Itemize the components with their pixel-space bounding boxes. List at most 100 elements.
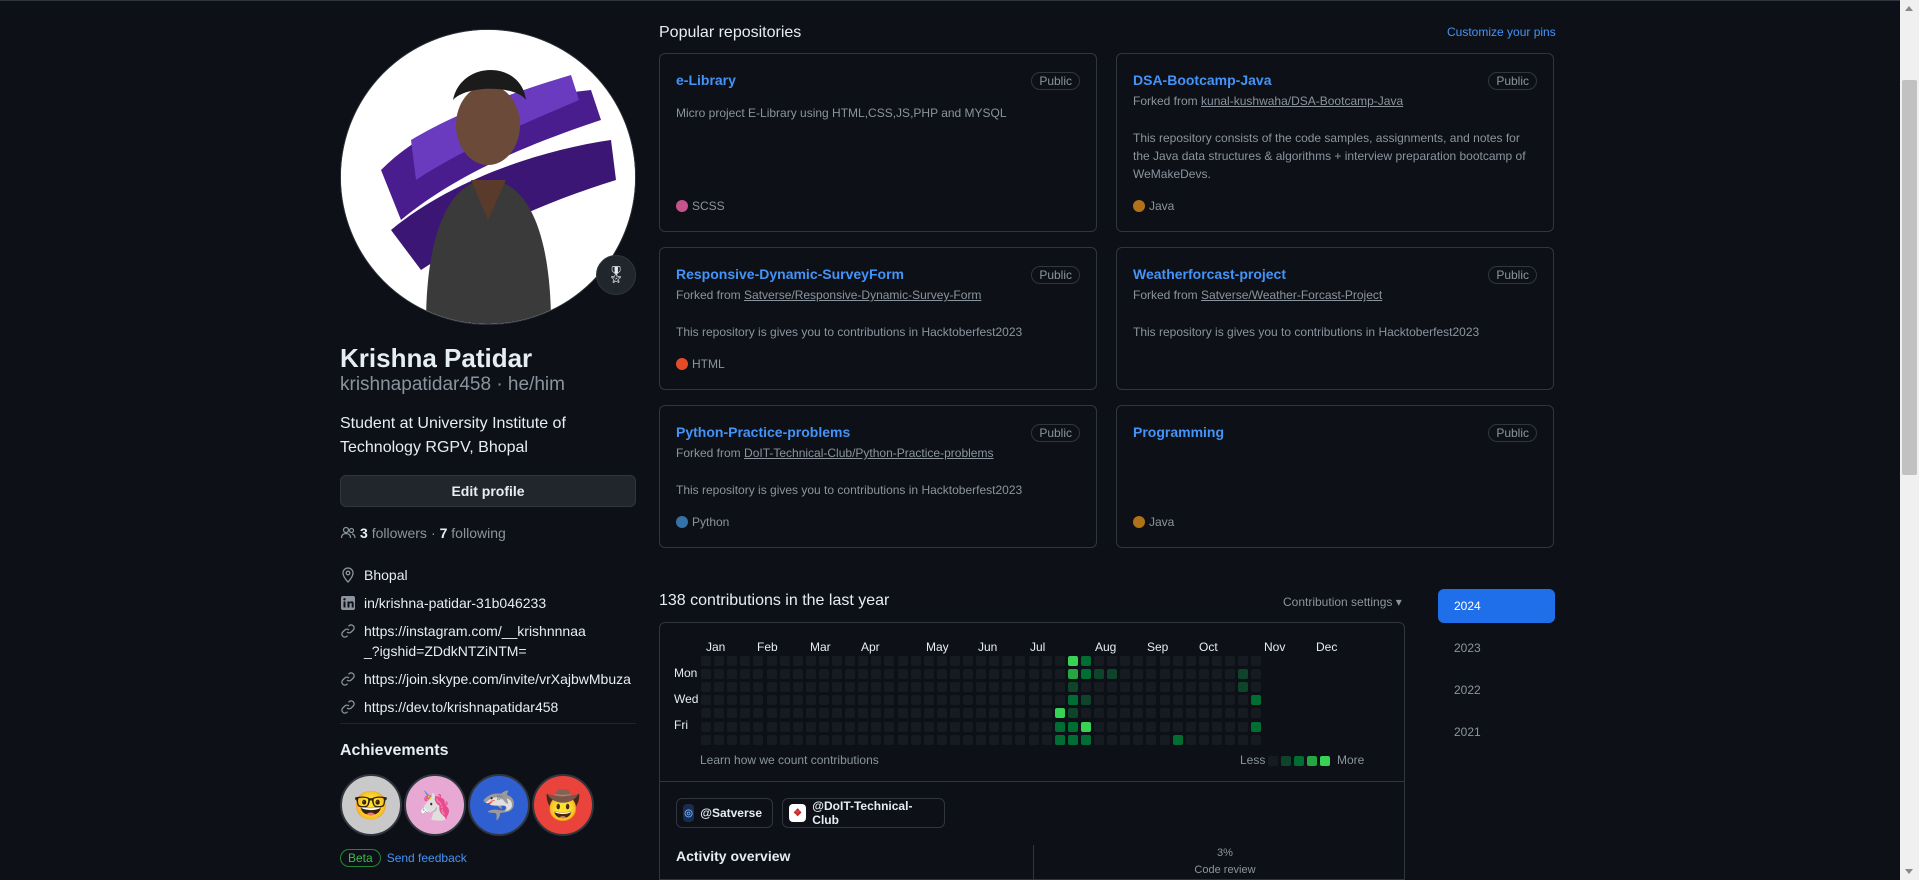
contribution-cell[interactable] [937, 722, 947, 732]
contribution-cell[interactable] [1146, 682, 1156, 692]
contribution-cell[interactable] [1173, 722, 1183, 732]
contribution-cell[interactable] [1055, 656, 1065, 666]
contribution-cell[interactable] [963, 722, 973, 732]
contribution-cell[interactable] [1225, 682, 1235, 692]
contribution-cell[interactable] [1212, 695, 1222, 705]
contribution-cell[interactable] [1029, 656, 1039, 666]
contribution-cell[interactable] [950, 669, 960, 679]
contribution-cell[interactable] [1081, 735, 1091, 745]
contribution-cell[interactable] [1002, 669, 1012, 679]
contribution-cell[interactable] [871, 669, 881, 679]
contribution-cell[interactable] [1015, 735, 1025, 745]
contribution-cell[interactable] [806, 682, 816, 692]
contribution-cell[interactable] [845, 708, 855, 718]
contribution-cell[interactable] [845, 682, 855, 692]
contribution-cell[interactable] [1055, 669, 1065, 679]
contribution-cell[interactable] [1251, 656, 1261, 666]
contribution-cell[interactable] [884, 708, 894, 718]
contribution-cell[interactable] [1120, 669, 1130, 679]
contribution-cell[interactable] [767, 656, 777, 666]
contribution-cell[interactable] [1133, 656, 1143, 666]
contribution-cell[interactable] [806, 735, 816, 745]
repo-name-link[interactable]: Programming [1133, 424, 1224, 440]
contribution-cell[interactable] [727, 722, 737, 732]
contribution-cell[interactable] [1029, 669, 1039, 679]
contribution-cell[interactable] [1107, 735, 1117, 745]
contribution-cell[interactable] [989, 735, 999, 745]
contribution-cell[interactable] [1015, 708, 1025, 718]
contribution-cell[interactable] [1173, 682, 1183, 692]
contribution-cell[interactable] [1199, 682, 1209, 692]
contribution-cell[interactable] [793, 695, 803, 705]
contribution-cell[interactable] [1238, 722, 1248, 732]
contribution-cell[interactable] [1120, 722, 1130, 732]
contribution-cell[interactable] [793, 656, 803, 666]
contribution-cell[interactable] [1042, 695, 1052, 705]
contribution-cell[interactable] [911, 722, 921, 732]
contribution-cell[interactable] [806, 708, 816, 718]
contribution-cell[interactable] [858, 656, 868, 666]
fork-source-link[interactable]: Satverse/Weather-Forcast-Project [1201, 288, 1382, 302]
contribution-cell[interactable] [884, 669, 894, 679]
contribution-cell[interactable] [884, 682, 894, 692]
contribution-cell[interactable] [793, 735, 803, 745]
year-2022[interactable]: 2022 [1438, 673, 1555, 707]
contribution-cell[interactable] [963, 708, 973, 718]
contribution-cell[interactable] [701, 708, 711, 718]
contribution-cell[interactable] [793, 669, 803, 679]
contribution-cell[interactable] [714, 682, 724, 692]
contribution-cell[interactable] [1225, 669, 1235, 679]
contribution-cell[interactable] [714, 695, 724, 705]
contribution-cell[interactable] [1081, 656, 1091, 666]
contribution-cell[interactable] [1238, 682, 1248, 692]
contribution-cell[interactable] [1015, 695, 1025, 705]
contribution-cell[interactable] [753, 735, 763, 745]
contribution-cell[interactable] [963, 669, 973, 679]
contribution-cell[interactable] [1133, 669, 1143, 679]
contribution-cell[interactable] [924, 695, 934, 705]
contribution-cell[interactable] [1120, 735, 1130, 745]
repo-name-link[interactable]: e-Library [676, 72, 736, 88]
link-item-1[interactable]: https://instagram.com/__krishnnnaa_?igsh… [340, 621, 640, 661]
contribution-cell[interactable] [806, 669, 816, 679]
contribution-cell[interactable] [1107, 669, 1117, 679]
contribution-cell[interactable] [963, 656, 973, 666]
contribution-cell[interactable] [950, 708, 960, 718]
contribution-cell[interactable] [1133, 682, 1143, 692]
contribution-cell[interactable] [1081, 722, 1091, 732]
contribution-cell[interactable] [1186, 695, 1196, 705]
contribution-cell[interactable] [1160, 669, 1170, 679]
contribution-cell[interactable] [1094, 722, 1104, 732]
contribution-cell[interactable] [1029, 708, 1039, 718]
contribution-cell[interactable] [911, 669, 921, 679]
scroll-down-icon[interactable] [1905, 869, 1913, 874]
contribution-cell[interactable] [898, 695, 908, 705]
contribution-cell[interactable] [1160, 708, 1170, 718]
contribution-cell[interactable] [1002, 722, 1012, 732]
contribution-cell[interactable] [1042, 722, 1052, 732]
contribution-cell[interactable] [1238, 656, 1248, 666]
edit-profile-button[interactable]: Edit profile [340, 475, 636, 507]
contribution-cell[interactable] [898, 656, 908, 666]
contribution-cell[interactable] [1029, 722, 1039, 732]
contribution-cell[interactable] [1107, 682, 1117, 692]
contribution-cell[interactable] [1251, 722, 1261, 732]
contribution-cell[interactable] [1081, 669, 1091, 679]
contribution-cell[interactable] [911, 708, 921, 718]
contribution-cell[interactable] [727, 708, 737, 718]
contribution-cell[interactable] [767, 669, 777, 679]
contribution-cell[interactable] [884, 695, 894, 705]
contribution-cell[interactable] [1212, 669, 1222, 679]
contribution-cell[interactable] [1015, 722, 1025, 732]
contribution-cell[interactable] [1146, 708, 1156, 718]
contribution-cell[interactable] [989, 695, 999, 705]
contribution-cell[interactable] [1238, 669, 1248, 679]
contribution-cell[interactable] [767, 708, 777, 718]
contribution-cell[interactable] [898, 735, 908, 745]
contribution-cell[interactable] [1015, 682, 1025, 692]
contribution-cell[interactable] [924, 682, 934, 692]
contribution-cell[interactable] [924, 708, 934, 718]
skype-link[interactable]: https://join.skype.com/invite/vrXajbwMbu… [364, 669, 631, 689]
contribution-cell[interactable] [753, 695, 763, 705]
contribution-cell[interactable] [1081, 695, 1091, 705]
